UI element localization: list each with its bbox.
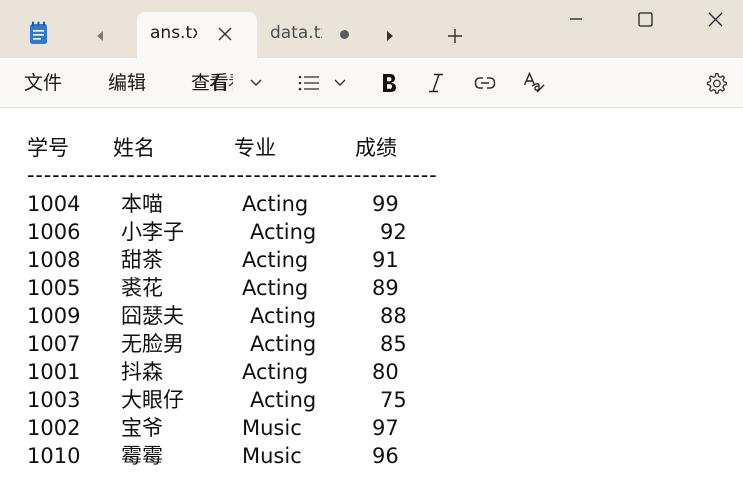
row-id: 1003: [27, 388, 81, 412]
row-score: 75: [380, 388, 407, 412]
row-score: 97: [372, 416, 399, 440]
menu-file[interactable]: 文件: [24, 70, 62, 96]
title-bar: ans.txt data.txt: [0, 0, 743, 58]
row-score: 92: [380, 220, 407, 244]
row-major: Acting: [242, 360, 309, 384]
row-name: 本喵: [121, 192, 163, 216]
row-major: Acting: [250, 304, 317, 328]
row-major: Acting: [250, 220, 317, 244]
tab-data-txt[interactable]: data.txt: [262, 12, 362, 58]
menu-view-overlap-text: 看看: [209, 72, 233, 94]
row-name: 大眼仔: [121, 388, 184, 412]
row-score: 80: [372, 360, 399, 384]
row-major: Acting: [242, 192, 309, 216]
link-icon[interactable]: [472, 70, 498, 96]
row-major: Acting: [250, 388, 317, 412]
settings-gear-icon[interactable]: [703, 70, 729, 96]
row-name: 甜茶: [121, 248, 163, 272]
tab-label: data.txt: [270, 23, 322, 43]
row-id: 1007: [27, 332, 81, 356]
row-name: 宝爷: [121, 416, 163, 440]
list-dropdown-chevron-icon[interactable]: [330, 70, 350, 96]
menu-view[interactable]: 查看 看看: [191, 70, 233, 96]
row-name: 抖森: [121, 360, 163, 384]
row-major: Acting: [242, 276, 309, 300]
row-id: 1002: [27, 416, 81, 440]
new-tab-plus-icon[interactable]: [443, 24, 467, 48]
unsaved-changes-dot-icon: [340, 30, 349, 39]
row-name: 裘花: [121, 276, 163, 300]
row-score: 89: [372, 276, 399, 300]
close-window-button[interactable]: [700, 4, 730, 34]
row-major: Music: [242, 416, 302, 440]
row-score: 91: [372, 248, 399, 272]
row-name: 小李子: [121, 220, 184, 244]
row-score: 99: [372, 192, 399, 216]
tab-label: ans.txt: [150, 23, 197, 43]
row-score: 85: [380, 332, 407, 356]
maximize-button[interactable]: [630, 4, 660, 34]
notepad-app-icon: [29, 21, 48, 45]
row-major: Music: [242, 444, 302, 468]
text-editor-area[interactable]: 学号 姓名 专业 成绩 ----------------------------…: [0, 108, 743, 487]
heading-dropdown-chevron-icon[interactable]: [246, 70, 266, 96]
header-score: 成绩: [355, 136, 397, 160]
tab-scroll-left-icon[interactable]: [90, 24, 110, 48]
row-name: 囧瑟夫: [121, 304, 184, 328]
row-name: 霉霉: [121, 444, 163, 468]
row-name: 无脸男: [121, 332, 184, 356]
row-id: 1010: [27, 444, 81, 468]
spellcheck-icon[interactable]: [521, 70, 547, 96]
list-icon[interactable]: [296, 70, 322, 96]
menu-bar: 文件 编辑 查看 看看: [0, 58, 743, 108]
row-major: Acting: [242, 248, 309, 272]
tab-ans-txt[interactable]: ans.txt: [137, 12, 257, 58]
tab-scroll-right-icon[interactable]: [380, 24, 400, 48]
header-id: 学号: [27, 136, 69, 160]
row-id: 1009: [27, 304, 81, 328]
row-score: 88: [380, 304, 407, 328]
row-id: 1005: [27, 276, 81, 300]
header-name: 姓名: [113, 136, 155, 160]
row-score: 96: [372, 444, 399, 468]
tab-close-icon[interactable]: [215, 24, 235, 44]
row-id: 1001: [27, 360, 81, 384]
header-major: 专业: [234, 136, 276, 160]
row-id: 1008: [27, 248, 81, 272]
separator-line: ----------------------------------------…: [27, 163, 438, 187]
minimize-button[interactable]: [561, 4, 591, 34]
italic-icon[interactable]: [426, 70, 446, 96]
row-id: 1004: [27, 192, 81, 216]
menu-edit[interactable]: 编辑: [108, 70, 146, 96]
row-id: 1006: [27, 220, 81, 244]
row-major: Acting: [250, 332, 317, 356]
bold-icon[interactable]: [379, 70, 399, 96]
